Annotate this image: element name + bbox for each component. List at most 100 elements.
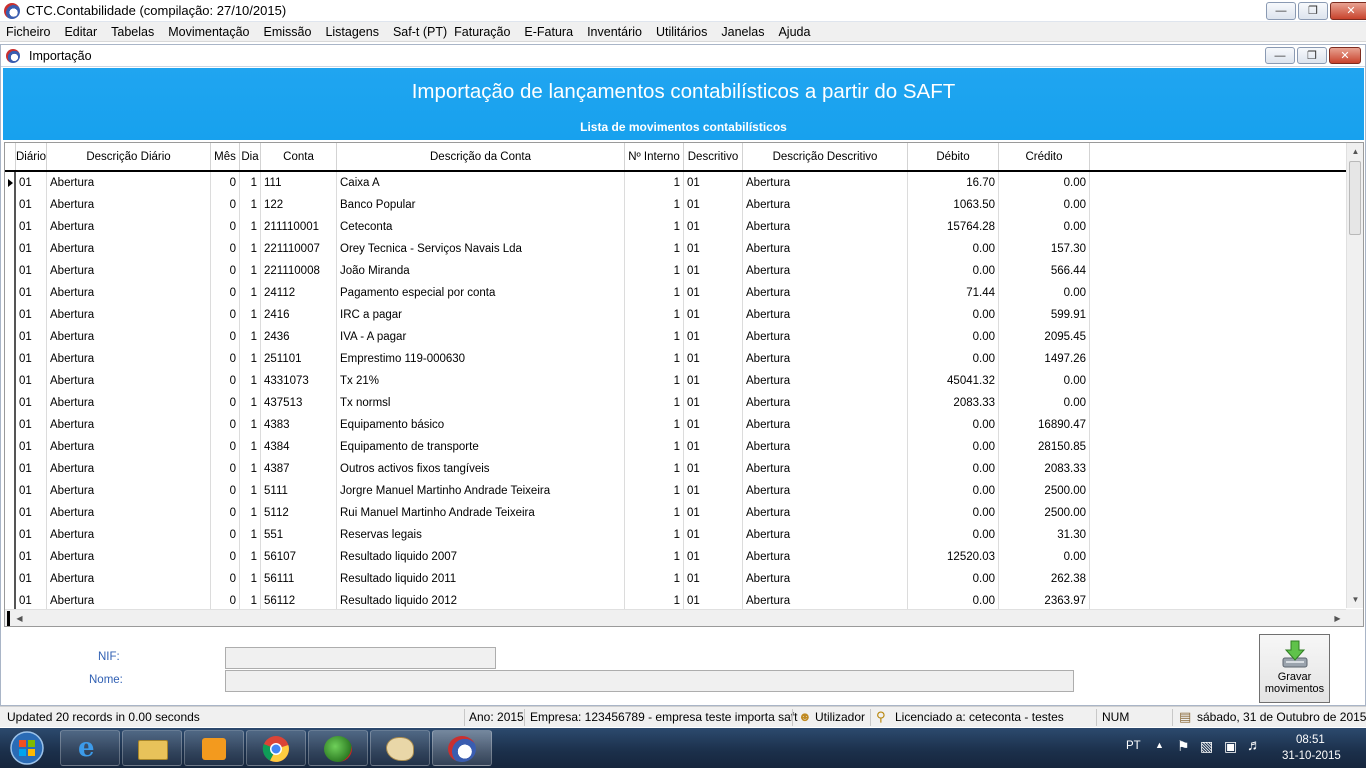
menu-efatura[interactable]: E-Fatura [524, 25, 573, 39]
col-header-numero-interno[interactable]: Nº Interno [625, 143, 684, 170]
cell-descritivo[interactable]: 01 [684, 194, 743, 216]
row-indicator[interactable] [5, 568, 16, 590]
cell-mes[interactable]: 0 [211, 480, 240, 502]
cell-numero-interno[interactable]: 1 [625, 546, 684, 568]
input-language[interactable]: PT [1126, 740, 1141, 752]
save-movements-button[interactable]: Gravar movimentos [1259, 634, 1330, 703]
cell-diario[interactable]: 01 [16, 524, 47, 546]
cell-mes[interactable]: 0 [211, 546, 240, 568]
cell-descricao-descritivo[interactable]: Abertura [743, 238, 908, 260]
cell-credito[interactable]: 0.00 [999, 172, 1090, 194]
cell-credito[interactable]: 0.00 [999, 392, 1090, 414]
cell-descricao-descritivo[interactable]: Abertura [743, 348, 908, 370]
row-indicator[interactable] [5, 370, 16, 392]
cell-conta[interactable]: 4331073 [261, 370, 337, 392]
cell-numero-interno[interactable]: 1 [625, 502, 684, 524]
col-header-diario[interactable]: Diário [16, 143, 47, 170]
cell-diario[interactable]: 01 [16, 502, 47, 524]
cell-conta[interactable]: 437513 [261, 392, 337, 414]
cell-debito[interactable]: 0.00 [908, 260, 999, 282]
cell-descritivo[interactable]: 01 [684, 216, 743, 238]
cell-credito[interactable]: 0.00 [999, 194, 1090, 216]
cell-descricao-diario[interactable]: Abertura [47, 326, 211, 348]
cell-credito[interactable]: 2083.33 [999, 458, 1090, 480]
cell-descritivo[interactable]: 01 [684, 326, 743, 348]
cell-dia[interactable]: 1 [240, 282, 261, 304]
table-row[interactable]: 01 Abertura 0 1 2416 IRC a pagar 1 01 Abertura 0.… [5, 304, 1346, 326]
cell-descritivo[interactable]: 01 [684, 458, 743, 480]
cell-credito[interactable]: 2500.00 [999, 480, 1090, 502]
cell-descricao-descritivo[interactable]: Abertura [743, 436, 908, 458]
cell-debito[interactable]: 0.00 [908, 304, 999, 326]
cell-credito[interactable]: 0.00 [999, 216, 1090, 238]
table-row[interactable]: 01 Abertura 0 1 5112 Rui Manuel Martinho Andr… [5, 502, 1346, 524]
cell-descricao-diario[interactable]: Abertura [47, 436, 211, 458]
cell-conta[interactable]: 24112 [261, 282, 337, 304]
cell-conta[interactable]: 4383 [261, 414, 337, 436]
cell-dia[interactable]: 1 [240, 480, 261, 502]
cell-descritivo[interactable]: 01 [684, 282, 743, 304]
cell-conta[interactable]: 122 [261, 194, 337, 216]
menu-inventario[interactable]: Inventário [587, 25, 642, 39]
cell-diario[interactable]: 01 [16, 304, 47, 326]
cell-diario[interactable]: 01 [16, 172, 47, 194]
cell-dia[interactable]: 1 [240, 304, 261, 326]
cell-numero-interno[interactable]: 1 [625, 436, 684, 458]
cell-diario[interactable]: 01 [16, 326, 47, 348]
cell-credito[interactable]: 1497.26 [999, 348, 1090, 370]
start-button[interactable] [4, 730, 50, 766]
cell-descritivo[interactable]: 01 [684, 260, 743, 282]
row-indicator[interactable] [5, 304, 16, 326]
cell-dia[interactable]: 1 [240, 458, 261, 480]
cell-descricao-descritivo[interactable]: Abertura [743, 370, 908, 392]
cell-descritivo[interactable]: 01 [684, 238, 743, 260]
row-indicator[interactable] [5, 260, 16, 282]
cell-descricao-conta[interactable]: Caixa A [337, 172, 625, 194]
cell-descricao-diario[interactable]: Abertura [47, 194, 211, 216]
cell-diario[interactable]: 01 [16, 282, 47, 304]
cell-conta[interactable]: 211110001 [261, 216, 337, 238]
cell-conta[interactable]: 2416 [261, 304, 337, 326]
cell-diario[interactable]: 01 [16, 260, 47, 282]
cell-mes[interactable]: 0 [211, 524, 240, 546]
menu-janelas[interactable]: Janelas [721, 25, 764, 39]
cell-debito[interactable]: 12520.03 [908, 546, 999, 568]
cell-descricao-diario[interactable]: Abertura [47, 348, 211, 370]
cell-descricao-conta[interactable]: Rui Manuel Martinho Andrade Teixeira [337, 502, 625, 524]
menu-editar[interactable]: Editar [64, 25, 97, 39]
cell-diario[interactable]: 01 [16, 568, 47, 590]
cell-numero-interno[interactable]: 1 [625, 260, 684, 282]
cell-diario[interactable]: 01 [16, 392, 47, 414]
col-header-descricao-diario[interactable]: Descrição Diário [47, 143, 211, 170]
col-header-dia[interactable]: Dia [240, 143, 261, 170]
col-header-descricao-descritivo[interactable]: Descrição Descritivo [743, 143, 908, 170]
cell-numero-interno[interactable]: 1 [625, 392, 684, 414]
row-indicator[interactable] [5, 238, 16, 260]
cell-descritivo[interactable]: 01 [684, 348, 743, 370]
cell-dia[interactable]: 1 [240, 260, 261, 282]
cell-descricao-conta[interactable]: Equipamento básico [337, 414, 625, 436]
current-row-indicator-icon[interactable] [5, 172, 16, 194]
cell-credito[interactable]: 262.38 [999, 568, 1090, 590]
cell-debito[interactable]: 0.00 [908, 502, 999, 524]
cell-conta[interactable]: 4387 [261, 458, 337, 480]
cell-diario[interactable]: 01 [16, 436, 47, 458]
cell-descricao-descritivo[interactable]: Abertura [743, 194, 908, 216]
scroll-up-icon[interactable]: ▲ [1347, 143, 1363, 160]
cell-descricao-descritivo[interactable]: Abertura [743, 480, 908, 502]
table-row[interactable]: 01 Abertura 0 1 122 Banco Popular 1 01 Abertura 1… [5, 194, 1346, 216]
child-restore-button[interactable]: ❐ [1297, 47, 1327, 64]
table-row[interactable]: 01 Abertura 0 1 211110001 Ceteconta 1 01 Abertur… [5, 216, 1346, 238]
cell-debito[interactable]: 0.00 [908, 348, 999, 370]
cell-mes[interactable]: 0 [211, 216, 240, 238]
cell-debito[interactable]: 0.00 [908, 568, 999, 590]
cell-descricao-descritivo[interactable]: Abertura [743, 260, 908, 282]
cell-descricao-conta[interactable]: Tx 21% [337, 370, 625, 392]
child-close-button[interactable]: ✕ [1329, 47, 1361, 64]
cell-numero-interno[interactable]: 1 [625, 524, 684, 546]
menu-saft[interactable]: Saf-t (PT) [393, 25, 447, 39]
cell-descricao-conta[interactable]: Resultado liquido 2007 [337, 546, 625, 568]
cell-numero-interno[interactable]: 1 [625, 458, 684, 480]
cell-conta[interactable]: 5112 [261, 502, 337, 524]
action-center-flag-icon[interactable]: ⚑ [1177, 738, 1190, 755]
